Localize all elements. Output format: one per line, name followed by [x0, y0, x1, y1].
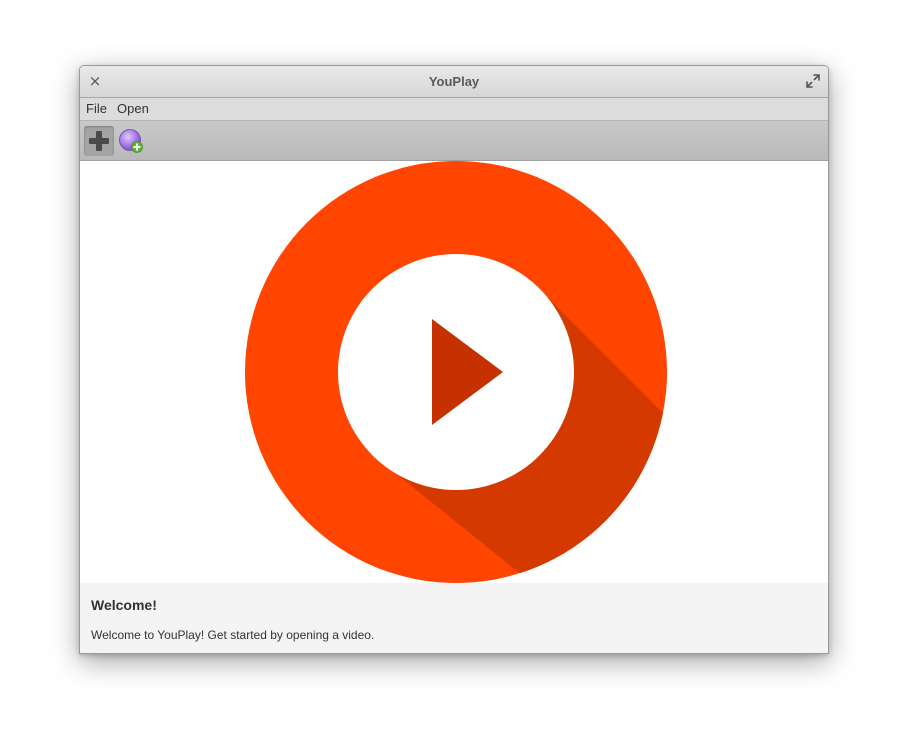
add-disc-icon	[119, 129, 143, 153]
youplay-logo-play-icon	[245, 161, 667, 583]
app-window: × YouPlay File Open Welcome! Welcome to …	[79, 65, 829, 654]
menu-open[interactable]: Open	[117, 98, 149, 120]
add-disc-button[interactable]	[116, 126, 146, 156]
title-bar: × YouPlay	[80, 66, 828, 98]
welcome-title: Welcome!	[91, 597, 157, 613]
welcome-panel: Welcome! Welcome to YouPlay! Get started…	[80, 583, 828, 653]
menu-file[interactable]: File	[86, 98, 107, 120]
toolbar	[80, 121, 828, 161]
add-icon	[89, 131, 109, 151]
menu-bar: File Open	[80, 98, 828, 121]
welcome-text: Welcome to YouPlay! Get started by openi…	[91, 628, 375, 642]
add-button[interactable]	[84, 126, 114, 156]
window-title: YouPlay	[428, 74, 480, 89]
video-area[interactable]	[80, 161, 828, 583]
maximize-icon[interactable]	[806, 74, 820, 88]
